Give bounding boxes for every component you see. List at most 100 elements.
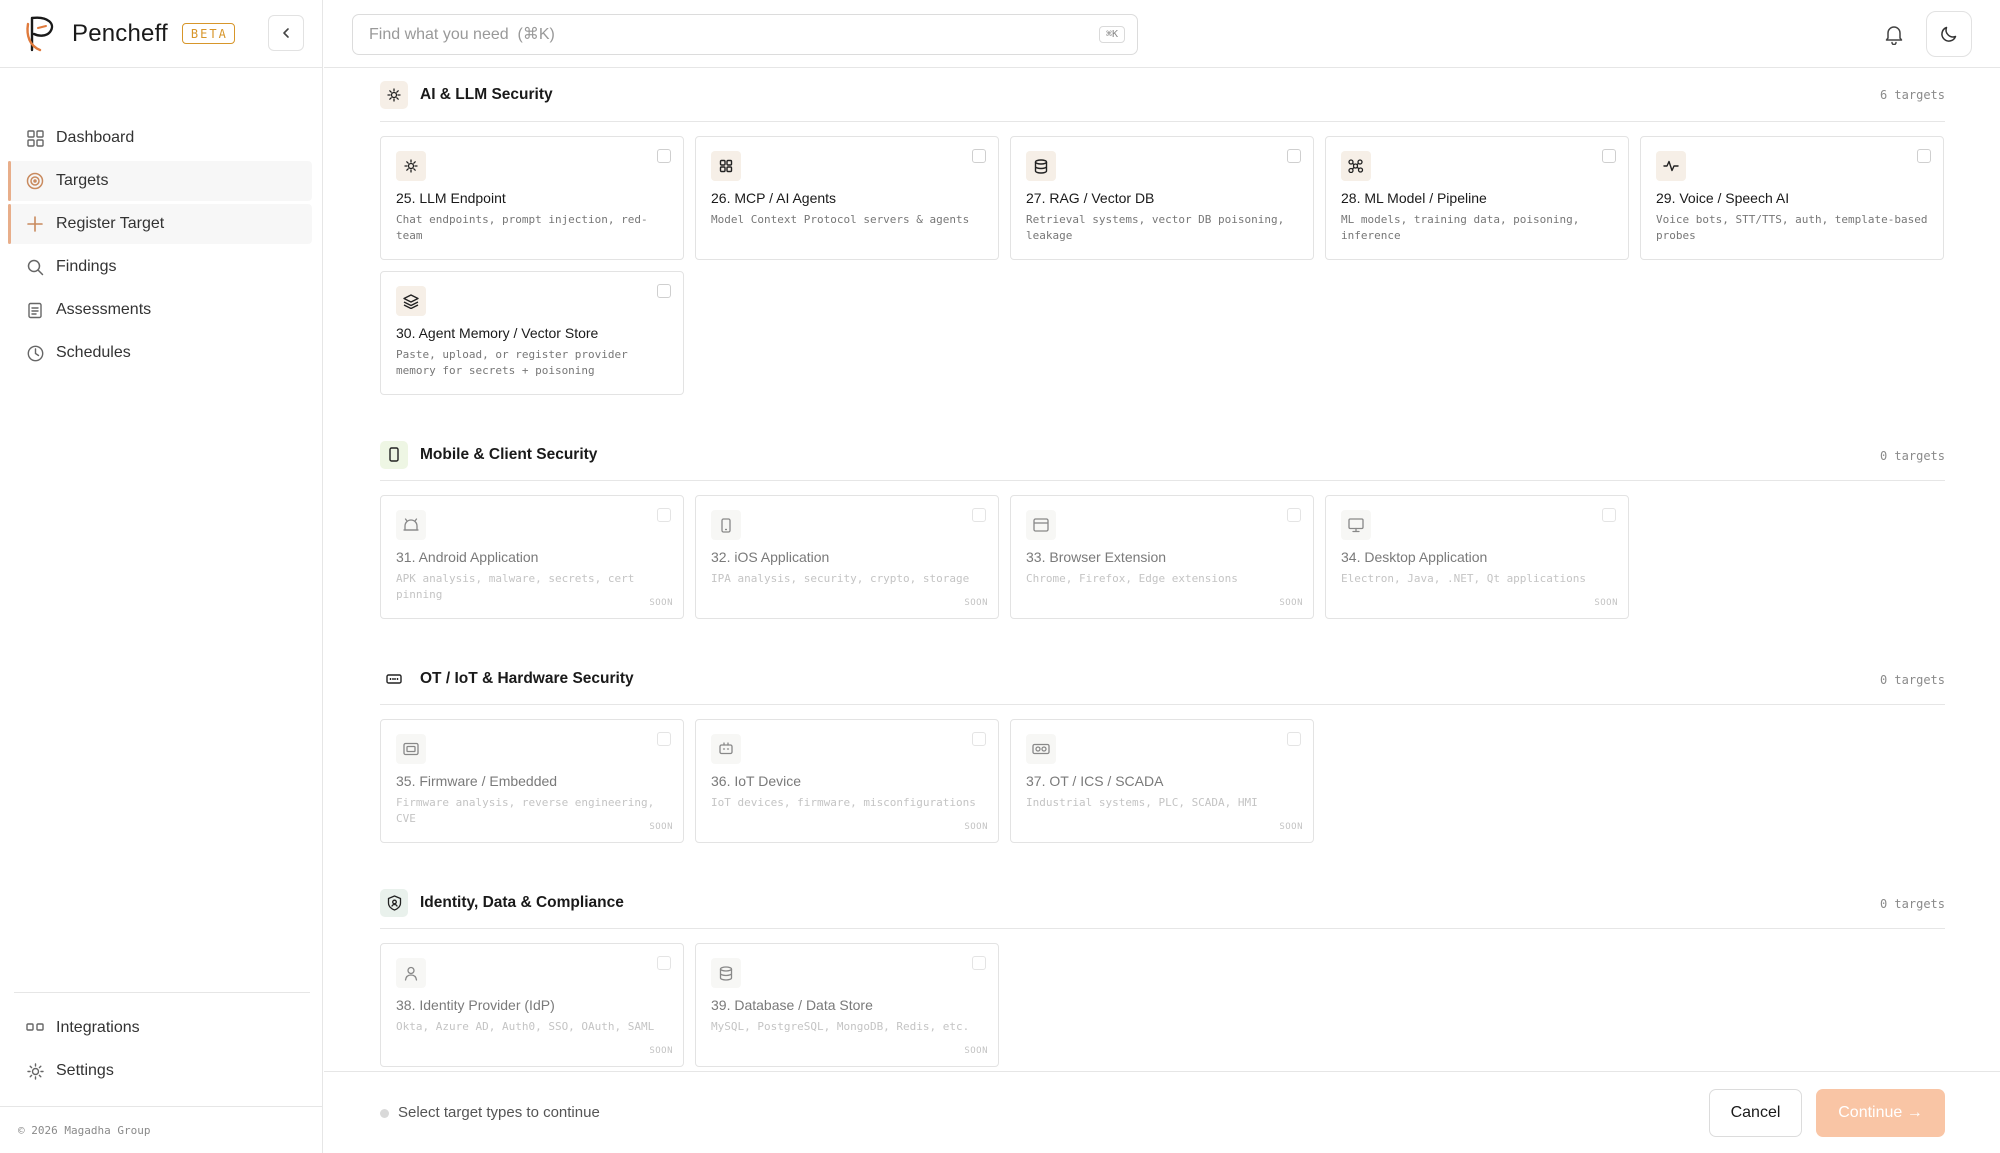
- section-header: OT / IoT & Hardware Security 0 targets: [380, 653, 1945, 705]
- card-checkbox[interactable]: [657, 149, 671, 163]
- card-checkbox[interactable]: [972, 149, 986, 163]
- card-description: Chat endpoints, prompt injection, red-te…: [396, 213, 648, 242]
- notifications-button[interactable]: [1880, 20, 1908, 48]
- target-card-llm-endpoint[interactable]: 25. LLM Endpoint Chat endpoints, prompt …: [380, 136, 684, 260]
- card-description: Paste, upload, or register provider memo…: [396, 348, 628, 377]
- section-header: AI & LLM Security 6 targets: [380, 68, 1945, 122]
- beta-badge: BETA: [181, 23, 235, 44]
- sidebar-item-register-target[interactable]: Register Target: [8, 204, 312, 244]
- target-card-mcp-ai-agents[interactable]: 26. MCP / AI Agents Model Context Protoc…: [695, 136, 999, 260]
- card-description: Industrial systems, PLC, SCADA, HMI: [1026, 796, 1258, 809]
- sidebar-item-findings[interactable]: Findings: [8, 247, 312, 287]
- card-grid: 31. Android Application APK analysis, ma…: [380, 481, 1945, 619]
- card-checkbox: [1287, 508, 1301, 522]
- section-target-count: 0 targets: [1879, 897, 1945, 911]
- card-description: IPA analysis, security, crypto, storage: [711, 572, 970, 585]
- section-header: Identity, Data & Compliance 0 targets: [380, 877, 1945, 929]
- target-card-ios-application: 32. iOS Application IPA analysis, securi…: [695, 495, 999, 619]
- collapse-sidebar-button[interactable]: [268, 15, 304, 51]
- selection-status-text: Select target types to continue: [398, 1104, 600, 1121]
- gear-icon: [26, 1062, 44, 1080]
- target-card-ot-ics-scada: 37. OT / ICS / SCADA Industrial systems,…: [1010, 719, 1314, 843]
- sidebar-item-integrations[interactable]: Integrations: [8, 1008, 313, 1048]
- section-title: Mobile & Client Security: [420, 445, 598, 463]
- section-title: OT / IoT & Hardware Security: [420, 669, 634, 687]
- card-checkbox: [1287, 732, 1301, 746]
- bottom-action-bar: Select target types to continue Cancel C…: [324, 1071, 2000, 1153]
- sidebar-item-label: Settings: [56, 1062, 114, 1079]
- sidebar-divider: [14, 992, 310, 993]
- card-title: 25. LLM Endpoint: [396, 190, 506, 206]
- target-card-rag-vector-db[interactable]: 27. RAG / Vector DB Retrieval systems, v…: [1010, 136, 1314, 260]
- card-description: Firmware analysis, reverse engineering, …: [396, 796, 655, 825]
- sidebar-item-assessments[interactable]: Assessments: [8, 290, 312, 330]
- mobile-phone-icon: [380, 440, 408, 469]
- search-bar[interactable]: ⌘K: [352, 14, 1138, 55]
- card-description: ML models, training data, poisoning, inf…: [1341, 213, 1580, 242]
- waveform-icon: [1656, 151, 1686, 181]
- card-title: 30. Agent Memory / Vector Store: [396, 325, 599, 341]
- card-description: Voice bots, STT/TTS, auth, template-base…: [1656, 213, 1928, 242]
- target-card-voice-speech-ai[interactable]: 29. Voice / Speech AI Voice bots, STT/TT…: [1640, 136, 1944, 260]
- card-checkbox[interactable]: [1602, 149, 1616, 163]
- industrial-controller-icon: [1026, 734, 1056, 764]
- card-title: 29. Voice / Speech AI: [1656, 190, 1790, 206]
- card-title: 27. RAG / Vector DB: [1026, 190, 1155, 206]
- card-title: 38. Identity Provider (IdP): [396, 997, 555, 1013]
- sidebar-item-label: Dashboard: [56, 129, 135, 146]
- target-card-browser-extension: 33. Browser Extension Chrome, Firefox, E…: [1010, 495, 1314, 619]
- copyright: © 2026 Magadha Group: [18, 1124, 151, 1137]
- phone-icon: [711, 510, 741, 540]
- section-title: Identity, Data & Compliance: [420, 893, 624, 911]
- sidebar-item-settings[interactable]: Settings: [8, 1051, 313, 1091]
- section-target-count: 6 targets: [1879, 88, 1945, 102]
- grid-nodes-icon: [711, 151, 741, 181]
- card-checkbox[interactable]: [1287, 149, 1301, 163]
- database-icon: [711, 958, 741, 988]
- sidebar-footer-divider: [0, 1106, 323, 1107]
- card-title: 33. Browser Extension: [1026, 549, 1167, 565]
- card-checkbox: [657, 508, 671, 522]
- sidebar-item-dashboard[interactable]: Dashboard: [8, 118, 312, 158]
- target-card-identity-provider: 38. Identity Provider (IdP) Okta, Azure …: [380, 943, 684, 1067]
- target-card-ml-model-pipeline[interactable]: 28. ML Model / Pipeline ML models, train…: [1325, 136, 1629, 260]
- section-target-count: 0 targets: [1879, 449, 1945, 463]
- target-card-database-data-store: 39. Database / Data Store MySQL, Postgre…: [695, 943, 999, 1067]
- network-icon: [1341, 151, 1371, 181]
- chip-icon: [396, 734, 426, 764]
- target-card-agent-memory-vector-store[interactable]: 30. Agent Memory / Vector Store Paste, u…: [380, 271, 684, 395]
- sidebar-item-targets[interactable]: Targets: [8, 161, 312, 201]
- search-shortcut-badge: ⌘K: [1098, 26, 1125, 43]
- continue-button[interactable]: Continue →: [1816, 1089, 1945, 1137]
- sidebar-item-label: Findings: [56, 258, 117, 275]
- grid-icon: [26, 129, 44, 147]
- search-input[interactable]: [369, 25, 1069, 44]
- sidebar-item-label: Integrations: [56, 1019, 140, 1036]
- clock-icon: [26, 344, 44, 362]
- card-checkbox[interactable]: [657, 284, 671, 298]
- card-checkbox: [1602, 508, 1616, 522]
- status-dot: [380, 1109, 389, 1118]
- cancel-button[interactable]: Cancel: [1709, 1089, 1802, 1137]
- target-card-android-application: 31. Android Application APK analysis, ma…: [380, 495, 684, 619]
- card-checkbox: [657, 732, 671, 746]
- user-icon: [396, 958, 426, 988]
- section-target-count: 0 targets: [1879, 673, 1945, 687]
- search-icon: [26, 258, 44, 276]
- target-icon: [26, 172, 44, 190]
- sidebar-item-schedules[interactable]: Schedules: [8, 333, 312, 373]
- theme-toggle-button[interactable]: [1926, 11, 1972, 57]
- soon-badge: SOON: [649, 598, 673, 608]
- chevron-left-icon: [283, 28, 289, 38]
- brand-name: Pencheff: [72, 19, 168, 47]
- soon-badge: SOON: [1279, 598, 1303, 608]
- target-types-content: AI & LLM Security 6 targets 25. LLM Endp…: [380, 68, 1945, 1067]
- browser-window-icon: [1026, 510, 1056, 540]
- card-grid: 35. Firmware / Embedded Firmware analysi…: [380, 705, 1945, 843]
- hardware-board-icon: [380, 664, 408, 693]
- card-checkbox[interactable]: [1917, 149, 1931, 163]
- card-title: 34. Desktop Application: [1341, 549, 1488, 565]
- shield-user-icon: [380, 888, 408, 917]
- target-card-desktop-application: 34. Desktop Application Electron, Java, …: [1325, 495, 1629, 619]
- integrations-icon: [26, 1019, 44, 1037]
